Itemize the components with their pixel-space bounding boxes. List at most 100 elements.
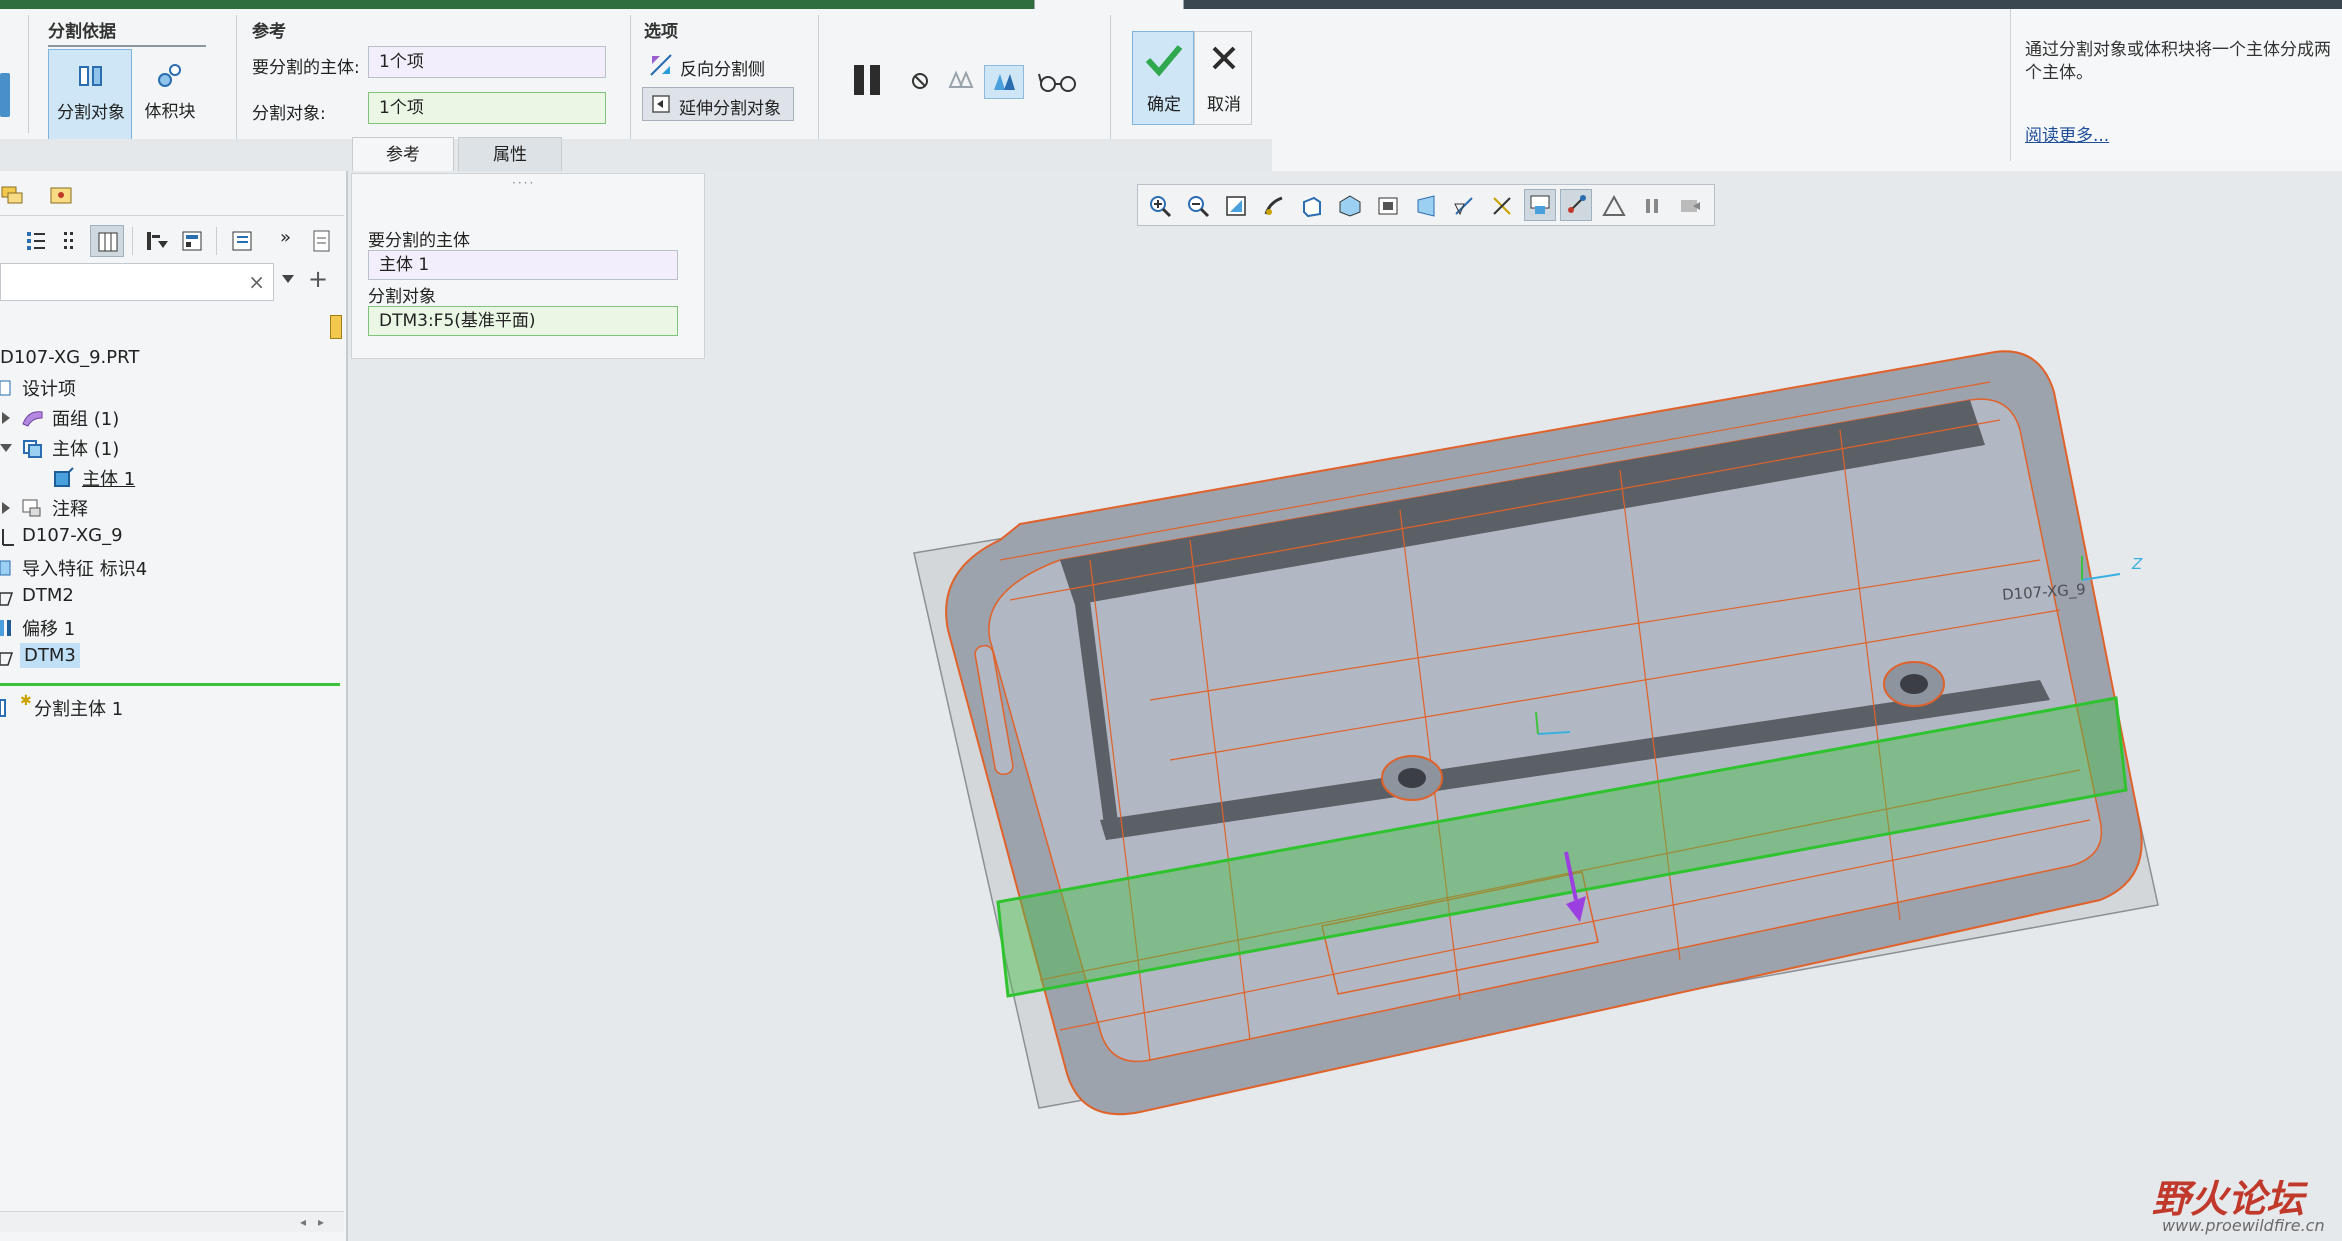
pause-icon[interactable] bbox=[850, 63, 886, 97]
perspective-icon[interactable] bbox=[1414, 194, 1438, 218]
reference-title: 参考 bbox=[252, 22, 286, 42]
tree-item-import-feature[interactable]: 导入特征 标识4 bbox=[0, 553, 344, 583]
saved-views-icon[interactable] bbox=[1338, 194, 1362, 218]
cancel-label: 取消 bbox=[1207, 95, 1241, 115]
split-object-label: 分割对象 bbox=[57, 103, 125, 123]
playback-icon[interactable] bbox=[1678, 194, 1702, 218]
split-object-icon bbox=[79, 66, 102, 86]
tree-item-split-body-1[interactable]: ✱ 分割主体 1 bbox=[0, 693, 344, 723]
tab-properties[interactable]: 属性 bbox=[458, 137, 562, 173]
body-to-split-collector[interactable]: 1个项 bbox=[368, 46, 606, 78]
tree-item-dtm2[interactable]: DTM2 bbox=[0, 583, 344, 613]
separate-preview-icon[interactable] bbox=[946, 67, 976, 93]
tree-expand-icon[interactable] bbox=[58, 229, 82, 253]
refit-icon[interactable] bbox=[1224, 194, 1248, 218]
tree-search-input[interactable]: × bbox=[0, 263, 274, 301]
layer-tree-icon[interactable] bbox=[0, 183, 30, 207]
reverse-direction-icon bbox=[650, 54, 672, 76]
extend-split-object-button[interactable]: 延伸分割对象 bbox=[642, 87, 794, 121]
tree-display-icon[interactable] bbox=[230, 229, 254, 253]
zoom-in-icon[interactable] bbox=[1148, 194, 1172, 218]
split-basis-title: 分割依据 bbox=[48, 22, 116, 42]
tree-item-annotations[interactable]: 注释 bbox=[0, 493, 344, 523]
split-body-icon bbox=[0, 699, 6, 717]
tree-item-body-1[interactable]: 主体 1 bbox=[0, 463, 344, 493]
expand-arrow-icon[interactable] bbox=[2, 412, 10, 424]
help-text: 通过分割对象或体积块将一个主体分成两个主体。 bbox=[2025, 40, 2331, 83]
tree-label: DTM3 bbox=[20, 643, 80, 668]
quilt-icon bbox=[22, 411, 43, 427]
ok-button[interactable]: 确定 bbox=[1132, 31, 1194, 125]
zoom-out-icon[interactable] bbox=[1186, 194, 1210, 218]
split-object-collector[interactable]: 1个项 bbox=[368, 92, 606, 124]
annotation-display-icon bbox=[1530, 195, 1550, 214]
scroll-right-icon[interactable]: ▸ bbox=[318, 1215, 324, 1229]
tree-list-icon[interactable] bbox=[24, 229, 48, 253]
ref-object-collector[interactable]: DTM3:F5(基准平面) bbox=[368, 306, 678, 336]
verify-preview-icon bbox=[994, 74, 1015, 90]
tree-columns-button[interactable] bbox=[90, 225, 124, 257]
extend-split-object-label: 延伸分割对象 bbox=[679, 99, 781, 119]
verify-preview-button[interactable] bbox=[984, 65, 1024, 99]
datum-display-icon[interactable] bbox=[1452, 194, 1476, 218]
tree-settings-icon[interactable] bbox=[180, 229, 204, 253]
tree-item-offset-1[interactable]: 偏移 1 bbox=[0, 613, 344, 643]
feature-triangle-icon[interactable] bbox=[1602, 194, 1626, 218]
new-feature-star-icon: ✱ bbox=[20, 693, 32, 709]
tree-label: 面组 (1) bbox=[52, 409, 120, 430]
shading-icon[interactable] bbox=[1300, 194, 1324, 218]
insert-here-indicator[interactable] bbox=[0, 683, 340, 686]
clear-search-icon[interactable]: × bbox=[248, 270, 265, 294]
close-icon bbox=[1212, 46, 1236, 70]
previous-tool-icon[interactable] bbox=[0, 73, 10, 117]
tree-filter-icon[interactable] bbox=[144, 229, 170, 253]
annotation-icon bbox=[22, 499, 41, 517]
add-filter-icon[interactable]: + bbox=[308, 265, 328, 293]
tree-item-design-items[interactable]: 设计项 bbox=[0, 373, 344, 403]
panel-grip[interactable]: ···· bbox=[512, 176, 535, 190]
toolbar-pause-icon[interactable] bbox=[1640, 194, 1664, 218]
divider bbox=[28, 15, 29, 133]
title-strip-right bbox=[1182, 0, 2342, 9]
csys-display-button[interactable] bbox=[1560, 189, 1592, 221]
divider bbox=[818, 15, 819, 139]
reverse-side-button[interactable]: 反向分割侧 bbox=[644, 49, 794, 81]
no-preview-icon[interactable] bbox=[910, 71, 930, 91]
volume-block-button[interactable]: 体积块 bbox=[134, 49, 206, 141]
horizontal-scrollbar[interactable]: ◂ ▸ bbox=[0, 1211, 344, 1232]
cancel-button[interactable]: 取消 bbox=[1194, 31, 1252, 125]
ok-label: 确定 bbox=[1147, 95, 1181, 115]
annotation-display-button[interactable] bbox=[1524, 189, 1556, 221]
volume-block-label: 体积块 bbox=[144, 102, 196, 122]
columns-icon bbox=[98, 232, 118, 252]
tree-item-quilts[interactable]: 面组 (1) bbox=[0, 403, 344, 433]
reference-slide-panel: ···· 要分割的主体 主体 1 分割对象 DTM3:F5(基准平面) bbox=[351, 173, 705, 359]
repaint-icon[interactable] bbox=[1262, 194, 1286, 218]
tree-label: 注释 bbox=[52, 499, 88, 520]
reverse-side-label: 反向分割侧 bbox=[680, 60, 765, 80]
view-manager-icon[interactable] bbox=[1376, 194, 1400, 218]
extend-icon bbox=[652, 95, 670, 113]
folder-star-icon[interactable] bbox=[48, 183, 74, 207]
tree-root[interactable]: D107-XG_9.PRT bbox=[0, 347, 139, 368]
document-icon[interactable] bbox=[310, 229, 334, 253]
search-dropdown-icon[interactable] bbox=[282, 275, 294, 283]
ref-body-collector[interactable]: 主体 1 bbox=[368, 250, 678, 280]
split-object-button[interactable]: 分割对象 bbox=[48, 49, 132, 141]
divider bbox=[216, 227, 217, 255]
scroll-left-icon[interactable]: ◂ bbox=[300, 1215, 306, 1229]
tab-reference[interactable]: 参考 bbox=[352, 137, 454, 173]
expand-arrow-icon[interactable] bbox=[2, 502, 10, 514]
divider bbox=[1110, 15, 1111, 139]
title-strip-left bbox=[0, 0, 1034, 9]
tree-item-dtm3[interactable]: DTM3 bbox=[0, 643, 344, 673]
read-more-link[interactable]: 阅读更多... bbox=[2025, 121, 2109, 146]
tree-item-csys[interactable]: D107-XG_9 bbox=[0, 523, 344, 553]
ref-body-label: 要分割的主体 bbox=[368, 231, 470, 251]
more-chevron-icon[interactable]: » bbox=[280, 227, 291, 248]
collapse-arrow-icon[interactable] bbox=[0, 444, 12, 452]
spin-center-icon[interactable] bbox=[1490, 194, 1514, 218]
tree-item-bodies[interactable]: 主体 (1) bbox=[0, 433, 344, 463]
glasses-preview-icon[interactable] bbox=[1038, 69, 1078, 95]
divider bbox=[236, 15, 237, 139]
